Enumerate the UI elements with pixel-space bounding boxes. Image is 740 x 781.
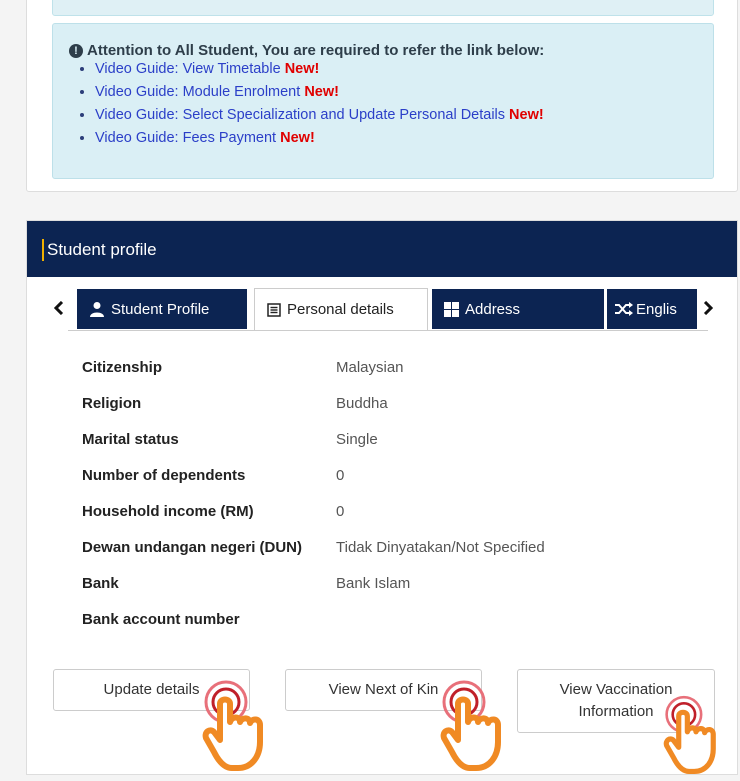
detail-row-marital-status: Marital status Single	[82, 431, 682, 455]
alert-heading: ! Attention to All Student, You are requ…	[69, 42, 544, 59]
detail-value: 0	[336, 467, 345, 484]
detail-label: Household income (RM)	[82, 503, 254, 520]
button-label: Information	[578, 703, 654, 720]
video-guide-fees-link[interactable]: Video Guide: Fees Payment	[95, 130, 276, 146]
button-label: View Vaccination	[559, 681, 673, 698]
shuffle-icon	[615, 302, 633, 316]
list-item: Video Guide: Select Specialization and U…	[95, 104, 544, 127]
detail-value: Buddha	[336, 395, 388, 412]
info-icon: !	[69, 43, 83, 58]
student-profile-card: Student profile Student Profile Personal…	[26, 220, 738, 775]
tab-label: Englis	[636, 300, 677, 318]
tab-address[interactable]: Address	[432, 289, 604, 329]
video-guide-timetable-link[interactable]: Video Guide: View Timetable	[95, 61, 281, 77]
tab-divider	[68, 330, 708, 331]
info-strip	[52, 0, 714, 16]
video-guide-specialization-link[interactable]: Video Guide: Select Specialization and U…	[95, 107, 505, 123]
button-label: View Next of Kin	[328, 681, 439, 698]
tab-personal-details[interactable]: Personal details	[254, 288, 428, 330]
list-item: Video Guide: Module Enrolment New!	[95, 81, 544, 104]
grid-icon	[444, 301, 459, 317]
tab-label: Personal details	[287, 301, 394, 318]
detail-value: Single	[336, 431, 378, 448]
detail-row-bank-account: Bank account number	[82, 611, 682, 635]
alert-heading-text: Attention to All Student, You are requir…	[87, 42, 545, 59]
detail-row-citizenship: Citizenship Malaysian	[82, 359, 682, 383]
detail-label: Bank	[82, 575, 119, 592]
hand-pointer-icon	[202, 680, 263, 771]
accent-bar	[42, 239, 44, 261]
chevron-right-icon[interactable]	[703, 301, 713, 315]
user-icon	[90, 302, 104, 317]
detail-value: Tidak Dinyatakan/Not Specified	[336, 539, 545, 556]
chevron-left-icon[interactable]	[54, 301, 64, 315]
detail-row-bank: Bank Bank Islam	[82, 575, 682, 599]
new-badge: New!	[280, 130, 315, 146]
video-guide-enrolment-link[interactable]: Video Guide: Module Enrolment	[95, 84, 300, 100]
detail-value: Bank Islam	[336, 575, 411, 592]
profile-header: Student profile	[27, 221, 737, 277]
detail-row-dependents: Number of dependents 0	[82, 467, 682, 491]
tab-label: Address	[465, 300, 521, 318]
button-label: Update details	[103, 681, 200, 698]
detail-value: 0	[336, 503, 345, 520]
detail-row-religion: Religion Buddha	[82, 395, 682, 419]
tab-english[interactable]: Englis	[607, 289, 697, 329]
list-icon	[267, 302, 281, 317]
attention-alert: ! Attention to All Student, You are requ…	[52, 23, 714, 179]
detail-label: Citizenship	[82, 359, 163, 376]
tab-label: Student Profile	[111, 300, 210, 318]
detail-label: Dewan undangan negeri (DUN)	[82, 539, 303, 556]
list-item: Video Guide: Fees Payment New!	[95, 127, 544, 150]
detail-value: Malaysian	[336, 359, 404, 376]
video-guide-list: Video Guide: View Timetable New! Video G…	[73, 58, 544, 150]
detail-label: Religion	[82, 395, 142, 412]
detail-row-dun: Dewan undangan negeri (DUN) Tidak Dinyata…	[82, 539, 682, 563]
new-badge: New!	[304, 84, 339, 100]
new-badge: New!	[284, 61, 320, 77]
hand-pointer-icon	[440, 680, 501, 771]
profile-title: Student profile	[47, 240, 157, 259]
detail-row-household-income: Household income (RM) 0	[82, 503, 682, 527]
detail-label: Bank account number	[82, 611, 240, 628]
detail-label: Number of dependents	[82, 467, 246, 484]
new-badge: New!	[509, 107, 544, 123]
hand-pointer-icon	[663, 695, 716, 775]
list-item: Video Guide: View Timetable New!	[95, 58, 544, 81]
tab-student-profile[interactable]: Student Profile	[77, 289, 247, 329]
detail-label: Marital status	[82, 431, 179, 448]
